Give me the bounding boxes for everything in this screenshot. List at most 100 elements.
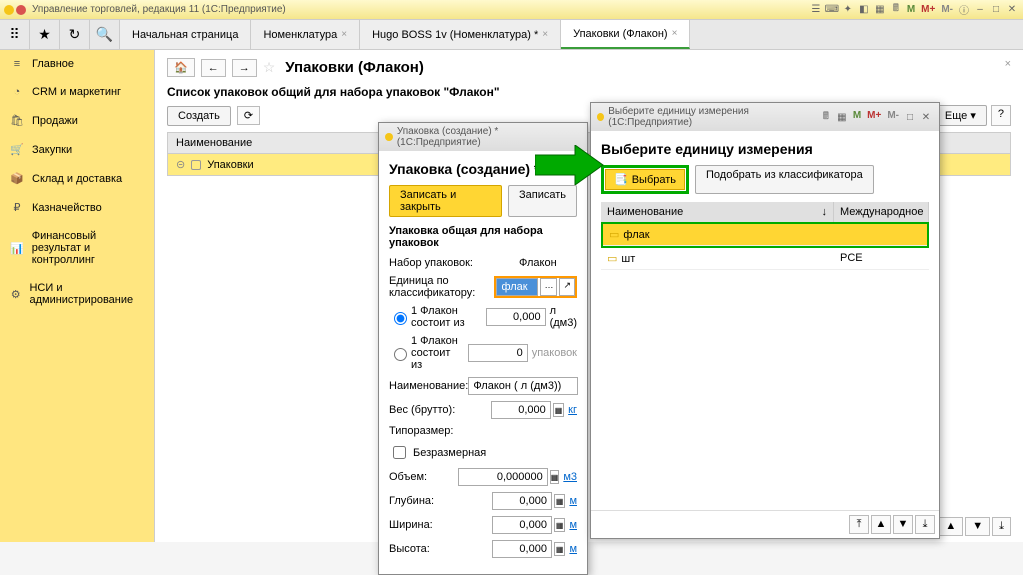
- page-title: Упаковки (Флакон): [285, 59, 424, 76]
- create-button[interactable]: Создать: [167, 106, 231, 126]
- calc-icon[interactable]: ▦: [554, 542, 566, 556]
- titlebar-icon[interactable]: ⌨: [825, 3, 839, 17]
- sidebar-item-nsi[interactable]: ⚙НСИ и администрирование: [0, 274, 154, 314]
- star-icon[interactable]: ☆: [263, 59, 276, 76]
- sidebar-item-finresult[interactable]: 📊Финансовый результат и контроллинг: [0, 222, 154, 274]
- mminus-mark[interactable]: M-: [939, 4, 955, 15]
- close-icon[interactable]: ×: [672, 28, 678, 39]
- save-button[interactable]: Записать: [508, 185, 577, 217]
- weight-input[interactable]: [491, 401, 551, 419]
- mminus-mark[interactable]: M-: [885, 110, 901, 124]
- sidebar-item-warehouse[interactable]: 📦Склад и доставка: [0, 164, 154, 193]
- maximize-icon[interactable]: □: [989, 3, 1003, 17]
- star-icon[interactable]: ★: [30, 20, 60, 49]
- dropdown-icon[interactable]: …: [540, 278, 557, 296]
- unit-label: Единица по классификатору:: [389, 275, 494, 299]
- volume-input[interactable]: [458, 468, 548, 486]
- unit-link[interactable]: м: [569, 495, 577, 507]
- scroll-up-icon[interactable]: ▲: [871, 515, 891, 534]
- home-button[interactable]: 🏠: [167, 58, 195, 77]
- scroll-up-icon[interactable]: ▲: [938, 517, 963, 536]
- scroll-down-icon[interactable]: ▼: [965, 517, 990, 536]
- calc-icon[interactable]: 🖩: [819, 110, 833, 124]
- depth-input[interactable]: [492, 492, 552, 510]
- sidebar-item-main[interactable]: ≡Главное: [0, 50, 154, 78]
- close-icon[interactable]: ×: [1005, 58, 1011, 70]
- pick-classifier-button[interactable]: Подобрать из классификатора: [695, 165, 874, 194]
- select-button[interactable]: 📑 Выбрать: [605, 169, 685, 190]
- close-icon[interactable]: ✕: [919, 110, 933, 124]
- calc-icon[interactable]: ▦: [550, 470, 560, 484]
- search-icon[interactable]: 🔍: [90, 20, 120, 49]
- apps-icon[interactable]: ⠿: [0, 20, 30, 49]
- width-label: Ширина:: [389, 519, 492, 531]
- close-icon[interactable]: ×: [542, 29, 548, 40]
- sidebar-item-purchase[interactable]: 🛒Закупки: [0, 135, 154, 164]
- dimless-checkbox[interactable]: [393, 446, 406, 459]
- forward-button[interactable]: →: [232, 59, 257, 77]
- dialog-subheading: Упаковка общая для набора упаковок: [389, 225, 577, 249]
- qty-input[interactable]: [468, 344, 528, 362]
- titlebar-icon[interactable]: ▦: [873, 3, 887, 17]
- mplus-mark[interactable]: M+: [919, 4, 937, 15]
- height-input[interactable]: [492, 540, 552, 558]
- sidebar-item-crm[interactable]: ◔CRM и маркетинг: [0, 78, 154, 106]
- calc-icon[interactable]: ▦: [554, 494, 566, 508]
- cart-icon: 🛒: [10, 143, 24, 156]
- scroll-top-icon[interactable]: ⤒: [849, 515, 869, 534]
- highlight-box: ▭флак: [601, 222, 929, 248]
- unit-link[interactable]: м: [569, 543, 577, 555]
- tab-packaging[interactable]: Упаковки (Флакон)×: [561, 20, 690, 49]
- gear-icon: ⚙: [10, 288, 21, 301]
- history-icon[interactable]: ↻: [60, 20, 90, 49]
- scroll-bottom-icon[interactable]: ⤓: [915, 515, 935, 534]
- m-mark[interactable]: M: [905, 4, 917, 15]
- unit-link[interactable]: кг: [568, 404, 577, 416]
- calc-icon[interactable]: ▦: [553, 403, 564, 417]
- grid-icon[interactable]: ▦: [835, 110, 849, 124]
- titlebar-icon[interactable]: ✦: [841, 3, 855, 17]
- back-button[interactable]: ←: [201, 59, 226, 77]
- sidebar-item-treasury[interactable]: ₽Казначейство: [0, 193, 154, 222]
- col-name-header[interactable]: Наименование ↓: [601, 202, 834, 222]
- calc-icon[interactable]: 🖩: [889, 3, 903, 17]
- info-icon[interactable]: ⓘ: [957, 3, 971, 17]
- unit-input[interactable]: [496, 278, 538, 296]
- restore-icon[interactable]: □: [903, 110, 917, 124]
- close-icon[interactable]: ×: [341, 29, 347, 40]
- sidebar-item-sales[interactable]: 🛍Продажи: [0, 106, 154, 135]
- open-icon[interactable]: ↗: [559, 278, 575, 296]
- col-intl-header[interactable]: Международное: [834, 202, 929, 222]
- item-icon: ▭: [609, 229, 619, 241]
- titlebar-icon[interactable]: ☰: [809, 3, 823, 17]
- help-button[interactable]: ?: [991, 105, 1011, 126]
- grid-row[interactable]: ▭шт PCE: [601, 248, 929, 270]
- tab-start[interactable]: Начальная страница: [120, 20, 251, 49]
- m-mark[interactable]: M: [851, 110, 863, 124]
- calc-icon[interactable]: ▦: [554, 518, 566, 532]
- tab-hugo[interactable]: Hugo BOSS 1v (Номенклатура) *×: [360, 20, 561, 49]
- width-input[interactable]: [492, 516, 552, 534]
- radio-consists-packs[interactable]: [394, 348, 407, 361]
- scroll-down-icon[interactable]: ▼: [893, 515, 913, 534]
- mplus-mark[interactable]: M+: [865, 110, 883, 124]
- more-button[interactable]: Еще ▾: [934, 105, 987, 126]
- tab-nomenclature[interactable]: Номенклатура×: [251, 20, 360, 49]
- box-icon: 📦: [10, 172, 24, 185]
- qty-input[interactable]: [486, 308, 546, 326]
- close-icon[interactable]: ✕: [1005, 3, 1019, 17]
- scroll-bottom-icon[interactable]: ⤓: [992, 517, 1011, 536]
- unit-link[interactable]: м: [569, 519, 577, 531]
- grid-row[interactable]: ▭флак: [603, 224, 927, 246]
- dialog-heading: Выберите единицу измерения: [601, 141, 929, 157]
- titlebar-icon[interactable]: ◧: [857, 3, 871, 17]
- save-close-button[interactable]: Записать и закрыть: [389, 185, 502, 217]
- name-input[interactable]: [468, 377, 578, 395]
- unit-link[interactable]: м3: [563, 471, 577, 483]
- row-label: Упаковки: [207, 159, 253, 171]
- set-value: Флакон: [519, 257, 557, 269]
- minimize-icon[interactable]: –: [973, 3, 987, 17]
- refresh-button[interactable]: ⟳: [237, 106, 260, 125]
- radio-consists-liters[interactable]: [394, 312, 407, 325]
- name-label: Наименование:: [389, 380, 468, 392]
